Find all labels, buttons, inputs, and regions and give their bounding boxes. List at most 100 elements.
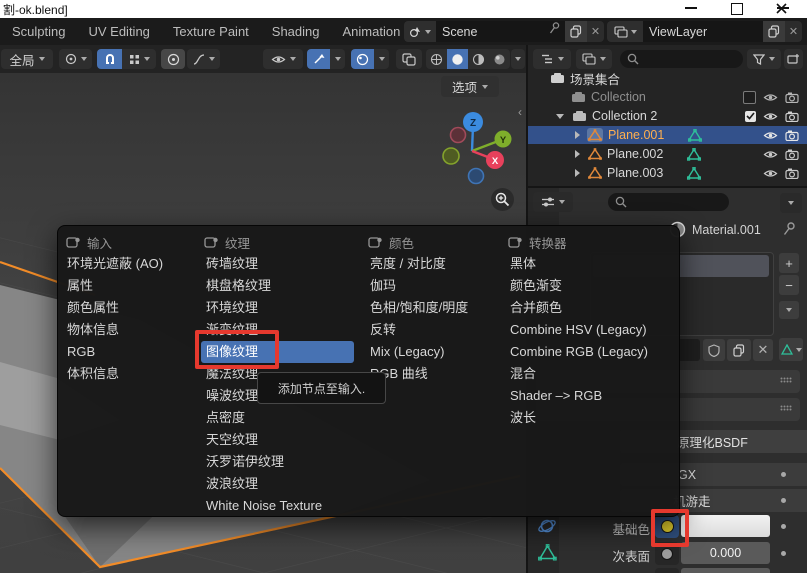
material-specials-dropdown[interactable] (779, 301, 799, 319)
minimize2-icon[interactable] (685, 7, 697, 9)
tab-uv-editing[interactable]: UV Editing (88, 24, 149, 39)
menu-item-hue-saturation-value[interactable]: 色相/饱和度/明度 (365, 297, 503, 319)
properties-editor-type-dropdown[interactable] (533, 192, 573, 212)
decorator-dot[interactable] (781, 524, 786, 529)
menu-item-volume-info[interactable]: 体积信息 (62, 363, 200, 385)
menu-item-checker-texture[interactable]: 棋盘格纹理 (201, 275, 354, 297)
decorator-dot[interactable] (781, 498, 786, 503)
row-collection-2[interactable]: Collection 2 (528, 107, 807, 125)
viewlayer-browse-button[interactable] (607, 21, 643, 42)
exclude-checkbox-unchecked[interactable] (743, 91, 756, 104)
viewlayer-name-field[interactable]: ViewLayer (643, 21, 763, 42)
menu-item-color-attribute[interactable]: 颜色属性 (62, 297, 200, 319)
expand-arrow[interactable] (575, 131, 580, 139)
decorator-dot[interactable] (781, 551, 786, 556)
menu-item-mix-legacy[interactable]: Mix (Legacy) (365, 341, 503, 363)
overlays-toggle[interactable] (351, 49, 374, 69)
outliner-display-mode-dropdown[interactable] (533, 49, 571, 69)
menu-item-bright-contrast[interactable]: 亮度 / 对比度 (365, 253, 503, 275)
scene-name-field[interactable]: Scene (436, 21, 549, 42)
row-plane-003[interactable]: Plane.003 (528, 164, 807, 182)
render-camera-icon[interactable] (785, 92, 799, 103)
subsurface-radius-slider[interactable]: 0.000 (681, 568, 770, 573)
outliner-search-input[interactable] (620, 50, 743, 68)
snap-toggle[interactable] (97, 49, 122, 69)
shading-material-button[interactable] (468, 49, 489, 69)
decorator-dot[interactable] (781, 472, 786, 477)
object-data-properties-tab[interactable] (538, 544, 557, 561)
hide-eye-icon[interactable] (763, 130, 778, 141)
expand-arrow[interactable] (575, 150, 580, 158)
properties-filter-dropdown[interactable] (780, 193, 802, 213)
menu-item-mix[interactable]: 混合 (505, 363, 673, 385)
exclude-checkbox-checked[interactable] (745, 111, 756, 122)
fake-user-shield-button[interactable] (703, 339, 725, 361)
transform-orientation-dropdown[interactable]: 全局 (1, 49, 53, 69)
render-camera-icon[interactable] (785, 168, 799, 179)
close-icon[interactable] (776, 3, 787, 14)
menu-item-blackbody[interactable]: 黑体 (505, 253, 673, 275)
menu-item-combine-rgb-legacy[interactable]: Combine RGB (Legacy) (505, 341, 673, 363)
render-camera-icon[interactable] (785, 111, 799, 122)
menu-item-gamma[interactable]: 伽玛 (365, 275, 503, 297)
properties-search-input[interactable] (608, 193, 729, 211)
pin-icon[interactable] (783, 221, 796, 236)
physics-properties-tab[interactable] (537, 517, 557, 536)
overlays-dropdown[interactable] (374, 49, 389, 69)
xray-toggle[interactable] (396, 49, 422, 69)
maximize-icon[interactable] (731, 3, 743, 15)
scene-browse-button[interactable] (404, 21, 436, 42)
menu-item-shader-to-rgb[interactable]: Shader –> RGB (505, 385, 673, 407)
pivot-point-dropdown[interactable] (59, 49, 92, 69)
menu-item-point-density[interactable]: 点密度 (201, 407, 354, 429)
node-tree-dropdown[interactable] (779, 338, 803, 361)
menu-item-combine-color[interactable]: 合并颜色 (505, 297, 673, 319)
breadcrumb-material-name[interactable]: Material.001 (692, 223, 761, 237)
menu-item-ambient-occlusion[interactable]: 环境光遮蔽 (AO) (62, 253, 200, 275)
subsurface-value-slider[interactable]: 0.000 (681, 542, 770, 564)
shading-solid-button[interactable] (447, 49, 468, 69)
menu-item-environment-texture[interactable]: 环境纹理 (201, 297, 354, 319)
options-dropdown[interactable]: 选项 (441, 76, 499, 97)
unlink-material-button[interactable]: ✕ (753, 339, 773, 361)
gizmos-dropdown[interactable] (330, 49, 345, 69)
menu-item-white-noise-texture[interactable]: White Noise Texture (201, 495, 354, 517)
menu-item-object-info[interactable]: 物体信息 (62, 319, 200, 341)
base-color-swatch[interactable] (681, 515, 770, 537)
scene-unlink-button[interactable]: ✕ (587, 21, 604, 42)
tab-shading[interactable]: Shading (272, 24, 320, 39)
scene-copy-button[interactable] (565, 21, 587, 42)
hide-eye-icon[interactable] (763, 149, 778, 160)
viewport-zoom-button[interactable] (491, 188, 514, 211)
menu-item-color-ramp[interactable]: 颜色渐变 (505, 275, 673, 297)
row-plane-001[interactable]: Plane.001 (528, 126, 807, 144)
proportional-falloff-dropdown[interactable] (187, 49, 220, 69)
row-plane-002[interactable]: Plane.002 (528, 145, 807, 163)
menu-item-combine-hsv-legacy[interactable]: Combine HSV (Legacy) (505, 319, 673, 341)
shading-wireframe-button[interactable] (426, 49, 447, 69)
axis-neg-z-ball[interactable] (469, 169, 484, 184)
snap-target-dropdown[interactable] (122, 49, 156, 69)
menu-item-sky-texture[interactable]: 天空纹理 (201, 429, 354, 451)
navigation-gizmo[interactable]: Z Y X (438, 103, 518, 198)
menu-item-wave-texture[interactable]: 波浪纹理 (201, 473, 354, 495)
render-camera-icon[interactable] (785, 130, 799, 141)
copy-material-button[interactable] (727, 339, 751, 361)
expand-arrow[interactable] (575, 169, 580, 177)
menu-item-attribute[interactable]: 属性 (62, 275, 200, 297)
new-collection-button[interactable] (784, 49, 803, 69)
hide-eye-icon[interactable] (763, 92, 778, 103)
viewlayer-remove-button[interactable]: ✕ (785, 21, 802, 42)
row-scene-collection[interactable]: 场景集合 (528, 69, 807, 87)
tab-texture-paint[interactable]: Texture Paint (173, 24, 249, 39)
shading-dropdown[interactable] (511, 49, 525, 69)
add-material-slot-button[interactable]: + (779, 253, 799, 273)
menu-item-voronoi-texture[interactable]: 沃罗诺伊纹理 (201, 451, 354, 473)
remove-material-slot-button[interactable]: − (779, 275, 799, 295)
collapse-arrow[interactable] (556, 114, 564, 119)
axis-neg-x-ball[interactable] (451, 128, 466, 143)
sidebar-collapse-arrow[interactable]: ‹ (518, 105, 522, 119)
object-visibility-dropdown[interactable] (263, 49, 303, 69)
hide-eye-icon[interactable] (763, 168, 778, 179)
outliner-filter-collection-dropdown[interactable] (576, 49, 612, 69)
